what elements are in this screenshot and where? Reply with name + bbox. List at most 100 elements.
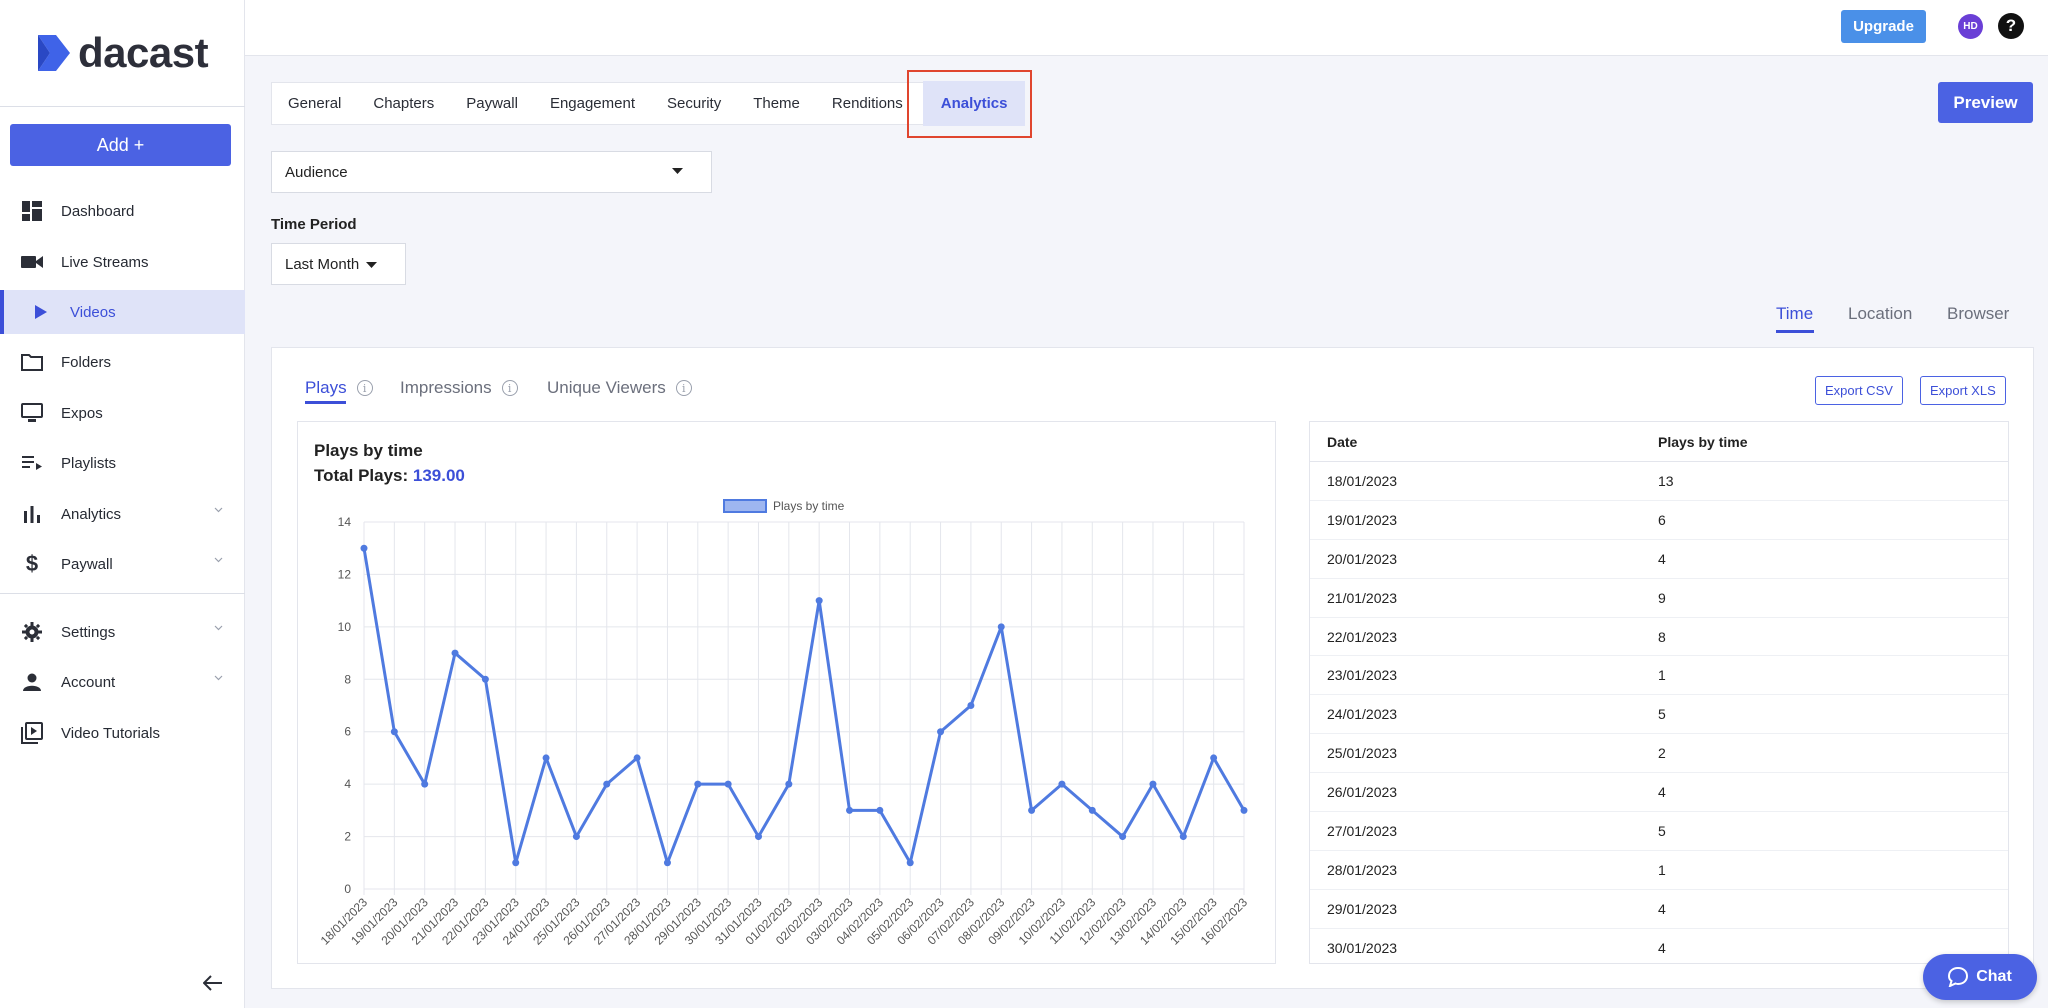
data-point[interactable] [694, 780, 702, 788]
sidebar-item-video-tutorials[interactable]: Video Tutorials [0, 711, 245, 755]
metric-tab-unique-viewers[interactable]: Unique Viewers i [547, 378, 692, 398]
tab-theme[interactable]: Theme [737, 82, 816, 125]
data-point[interactable] [1058, 780, 1066, 788]
data-point[interactable] [937, 728, 945, 736]
data-point[interactable] [1240, 806, 1248, 814]
time-period-dropdown[interactable]: Last Month [271, 243, 406, 285]
data-point[interactable] [663, 859, 671, 867]
data-point[interactable] [1028, 806, 1036, 814]
cell-plays: 13 [1658, 472, 1674, 489]
chevron-down-icon [214, 557, 223, 563]
series-line [362, 547, 1246, 865]
total-plays-label: Total Plays: [314, 466, 409, 485]
view-tab-underline [1776, 330, 1814, 333]
sidebar-item-playlists[interactable]: Playlists [0, 441, 245, 485]
export-csv-button[interactable]: Export CSV [1815, 376, 1903, 405]
data-point[interactable] [815, 597, 823, 605]
legend-swatch[interactable] [723, 499, 767, 513]
data-point[interactable] [512, 859, 520, 867]
sidebar-item-account[interactable]: Account [0, 660, 245, 704]
dacast-logo[interactable]: dacast [36, 28, 209, 78]
chevron-down-icon [214, 625, 223, 631]
data-point[interactable] [1149, 780, 1157, 788]
data-point[interactable] [754, 833, 762, 841]
sidebar-item-videos[interactable]: Videos [0, 290, 245, 334]
sidebar-item-label: Playlists [61, 454, 117, 472]
tab-general[interactable]: General [272, 82, 357, 125]
sidebar-item-label: Account [61, 673, 116, 691]
tab-paywall[interactable]: Paywall [450, 82, 534, 125]
data-point[interactable] [876, 806, 884, 814]
camera-icon [21, 251, 43, 273]
table-row: 24/01/2023 5 [1310, 695, 2008, 735]
data-point[interactable] [846, 806, 854, 814]
data-point[interactable] [390, 728, 398, 736]
table-row: 30/01/2023 4 [1310, 929, 2008, 963]
collapse-sidebar-icon[interactable] [203, 975, 223, 991]
metric-tab-impressions[interactable]: Impressions i [400, 378, 518, 398]
info-icon[interactable]: i [501, 380, 518, 396]
cell-plays: 8 [1658, 628, 1666, 645]
data-point[interactable] [1088, 806, 1096, 814]
metric-tab-label: Impressions [400, 378, 492, 397]
data-point[interactable] [603, 780, 611, 788]
help-icon[interactable]: ? [1998, 13, 2024, 39]
cell-plays: 2 [1658, 745, 1666, 762]
tab-renditions[interactable]: Renditions [816, 82, 919, 125]
metric-tab-plays[interactable]: Plays i [305, 378, 373, 398]
tab-security[interactable]: Security [651, 82, 737, 125]
data-point[interactable] [542, 754, 550, 762]
tab-engagement[interactable]: Engagement [534, 82, 651, 125]
sidebar-item-paywall[interactable]: $ Paywall [0, 542, 245, 586]
export-xls-button[interactable]: Export XLS [1920, 376, 2006, 405]
data-point[interactable] [481, 675, 489, 683]
info-icon[interactable]: i [675, 380, 692, 396]
cell-date: 19/01/2023 [1327, 511, 1398, 528]
sidebar-item-expos[interactable]: Expos [0, 391, 245, 435]
data-point[interactable] [967, 702, 975, 709]
legend-label[interactable]: Plays by time [773, 499, 845, 513]
info-icon[interactable]: i [356, 380, 373, 396]
data-point[interactable] [572, 833, 580, 841]
cell-plays: 4 [1658, 900, 1666, 917]
y-tick-label: 8 [344, 672, 351, 686]
table-row: 28/01/2023 1 [1310, 851, 2008, 890]
upgrade-button[interactable]: Upgrade [1841, 10, 1926, 43]
data-point[interactable] [997, 623, 1005, 631]
data-point[interactable] [633, 754, 641, 762]
preview-button[interactable]: Preview [1938, 82, 2033, 123]
sidebar-item-label: Live Streams [61, 253, 149, 271]
data-point[interactable] [421, 780, 429, 788]
add-button[interactable]: Add + [10, 124, 231, 166]
sidebar: dacast Add + Dashboard Live Streams Vide… [0, 0, 245, 1008]
view-tab-time[interactable]: Time [1776, 304, 1813, 324]
sidebar-item-settings[interactable]: Settings [0, 610, 245, 654]
sidebar-item-dashboard[interactable]: Dashboard [0, 189, 245, 233]
cell-date: 30/01/2023 [1327, 939, 1398, 956]
sidebar-item-live-streams[interactable]: Live Streams [0, 240, 245, 284]
table-row: 20/01/2023 4 [1310, 540, 2008, 579]
table-row: 29/01/2023 4 [1310, 890, 2008, 929]
sidebar-item-analytics[interactable]: Analytics [0, 492, 245, 536]
tab-chapters[interactable]: Chapters [357, 82, 450, 125]
cell-plays: 4 [1658, 784, 1666, 801]
data-point[interactable] [785, 780, 793, 788]
data-point[interactable] [451, 649, 459, 657]
sidebar-divider [0, 593, 245, 594]
data-point[interactable] [724, 780, 732, 788]
avatar[interactable]: HD [1958, 14, 1983, 39]
chat-button[interactable]: Chat [1923, 954, 2037, 1000]
data-point[interactable] [906, 859, 914, 867]
data-point[interactable] [1210, 754, 1218, 762]
y-tick-label: 4 [344, 777, 351, 791]
view-tab-browser[interactable]: Browser [1947, 304, 2009, 324]
view-tab-location[interactable]: Location [1848, 304, 1912, 324]
data-point[interactable] [1119, 833, 1127, 841]
report-type-select[interactable]: Audience [271, 151, 712, 193]
data-point[interactable] [1179, 833, 1187, 841]
play-icon [30, 301, 52, 323]
chevron-down-icon [214, 675, 223, 681]
cell-plays: 9 [1658, 589, 1666, 606]
sidebar-item-folders[interactable]: Folders [0, 340, 245, 384]
data-point[interactable] [360, 544, 368, 552]
